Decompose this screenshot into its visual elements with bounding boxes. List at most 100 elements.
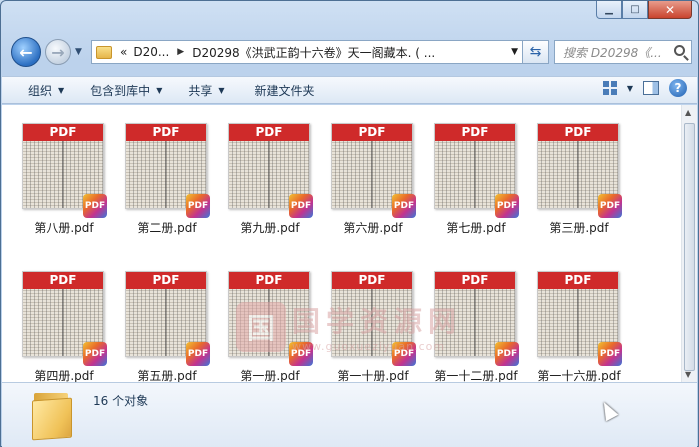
command-bar: 组织 ▼ 包含到库中 ▼ 共享 ▼ 新建文件夹 ▼ ? xyxy=(2,76,697,104)
pdf-band-label: PDF xyxy=(23,124,103,141)
include-in-library-label: 包含到库中 xyxy=(90,83,151,98)
file-name[interactable]: 第三册.pdf xyxy=(527,219,631,236)
file-name[interactable]: 第一十六册.pdf xyxy=(527,367,631,382)
file-item[interactable]: PDF PDF 第二册.pdf xyxy=(115,113,211,243)
pdf-band-label: PDF xyxy=(435,124,515,141)
new-folder-button[interactable]: 新建文件夹 xyxy=(245,78,325,102)
scroll-up-icon[interactable]: ▲ xyxy=(685,108,691,117)
pdf-thumbnail: PDF PDF xyxy=(537,123,622,218)
breadcrumb-item-current[interactable]: D20298《洪武正韵十六卷》天一阁藏本. ( ... xyxy=(192,44,435,61)
file-list[interactable]: PDF PDF 第八册.pdf PDF PDF 第二册.pdf PDF PDF 第九册.pdf P… xyxy=(2,105,681,382)
maximize-button[interactable]: □ xyxy=(622,1,648,19)
mouse-cursor-icon xyxy=(597,398,619,422)
pdf-thumbnail: PDF PDF xyxy=(331,123,416,218)
item-count: 16 个对象 xyxy=(93,394,149,408)
file-name[interactable]: 第一册.pdf xyxy=(218,367,322,382)
view-controls: ▼ ? xyxy=(602,79,687,97)
pdf-thumbnail: PDF PDF xyxy=(228,123,313,218)
file-name[interactable]: 第六册.pdf xyxy=(321,219,425,236)
pdf-band-label: PDF xyxy=(435,272,515,289)
file-name[interactable]: 第九册.pdf xyxy=(218,219,322,236)
pdf-band-label: PDF xyxy=(538,124,618,141)
file-name[interactable]: 第二册.pdf xyxy=(115,219,219,236)
pdf-band-label: PDF xyxy=(332,272,412,289)
breadcrumb-item-parent[interactable]: D20... xyxy=(133,45,169,59)
watermark-title: 国学资源网 xyxy=(292,305,463,338)
address-dropdown-icon[interactable]: ▼ xyxy=(511,47,518,57)
file-item[interactable]: PDF PDF 第六册.pdf xyxy=(321,113,417,243)
minimize-button[interactable]: ▁ xyxy=(596,1,622,19)
pdf-thumbnail: PDF PDF xyxy=(537,271,622,366)
pdf-band-label: PDF xyxy=(538,272,618,289)
forward-button[interactable]: → xyxy=(45,39,71,65)
pdf-app-icon: PDF xyxy=(392,194,416,218)
file-name[interactable]: 第八册.pdf xyxy=(12,219,116,236)
address-bar[interactable]: « D20... ▶ D20298《洪武正韵十六卷》天一阁藏本. ( ... ▼ xyxy=(91,40,523,64)
share-menu[interactable]: 共享 ▼ xyxy=(178,78,234,102)
pdf-app-icon: PDF xyxy=(186,342,210,366)
file-name[interactable]: 第一十册.pdf xyxy=(321,367,425,382)
pdf-thumbnail: PDF PDF xyxy=(125,123,210,218)
file-item[interactable]: PDF PDF 第五册.pdf xyxy=(115,261,211,382)
chevron-down-icon: ▼ xyxy=(218,85,225,95)
include-in-library-menu[interactable]: 包含到库中 ▼ xyxy=(80,78,172,102)
pdf-app-icon: PDF xyxy=(598,342,622,366)
preview-pane-icon[interactable] xyxy=(643,81,659,95)
view-options-chevron-icon[interactable]: ▼ xyxy=(627,84,633,93)
scroll-down-icon[interactable]: ▼ xyxy=(685,370,691,379)
watermark-logo: 国 xyxy=(236,301,286,352)
pdf-band-label: PDF xyxy=(229,272,309,289)
breadcrumb-arrow-icon[interactable]: ▶ xyxy=(177,47,184,57)
close-button[interactable]: ✕ xyxy=(648,1,692,19)
watermark: 国国学资源网 www.guoxueziyuan.com xyxy=(236,300,462,353)
pdf-band-label: PDF xyxy=(126,272,206,289)
pdf-app-icon: PDF xyxy=(83,194,107,218)
pdf-app-icon: PDF xyxy=(83,342,107,366)
refresh-button[interactable]: ⇆ xyxy=(523,40,549,64)
change-view-icon[interactable] xyxy=(602,81,617,95)
file-item[interactable]: PDF PDF 第四册.pdf xyxy=(12,261,108,382)
watermark-url: www.guoxueziyuan.com xyxy=(292,340,446,353)
organize-menu[interactable]: 组织 ▼ xyxy=(18,78,74,102)
chevron-down-icon: ▼ xyxy=(58,85,65,95)
vertical-scrollbar[interactable]: ▲ ▼ xyxy=(681,105,697,382)
help-icon[interactable]: ? xyxy=(669,79,687,97)
back-button[interactable]: ← xyxy=(11,37,41,67)
pdf-band-label: PDF xyxy=(229,124,309,141)
file-item[interactable]: PDF PDF 第三册.pdf xyxy=(527,113,623,243)
new-folder-label: 新建文件夹 xyxy=(254,83,315,98)
file-name[interactable]: 第一十二册.pdf xyxy=(424,367,528,382)
file-item[interactable]: PDF PDF 第一十六册.pdf xyxy=(527,261,623,382)
navigation-bar: ← → ▼ « D20... ▶ D20298《洪武正韵十六卷》天一阁藏本. (… xyxy=(9,37,692,67)
file-name[interactable]: 第五册.pdf xyxy=(115,367,219,382)
pdf-thumbnail: PDF PDF xyxy=(125,271,210,366)
explorer-window: ▁ □ ✕ ← → ▼ « D20... ▶ D20298《洪武正韵十六卷》天一… xyxy=(0,0,699,447)
folder-icon xyxy=(96,45,112,59)
caption-buttons: ▁ □ ✕ xyxy=(596,1,692,19)
file-item[interactable]: PDF PDF 第八册.pdf xyxy=(12,113,108,243)
scrollbar-thumb[interactable] xyxy=(684,123,695,371)
search-icon[interactable] xyxy=(674,45,685,56)
file-name[interactable]: 第七册.pdf xyxy=(424,219,528,236)
file-item[interactable]: PDF PDF 第七册.pdf xyxy=(424,113,520,243)
pdf-band-label: PDF xyxy=(332,124,412,141)
pdf-thumbnail: PDF PDF xyxy=(22,271,107,366)
file-item[interactable]: PDF PDF 第九册.pdf xyxy=(218,113,314,243)
breadcrumb-overflow[interactable]: « xyxy=(120,45,127,59)
details-pane: 16 个对象 xyxy=(2,382,697,447)
search-input[interactable]: 搜索 D20298《... xyxy=(554,40,692,64)
pdf-band-label: PDF xyxy=(126,124,206,141)
pdf-app-icon: PDF xyxy=(495,342,519,366)
recent-pages-chevron-icon[interactable]: ▼ xyxy=(75,47,82,57)
folder-icon xyxy=(32,389,72,441)
chevron-down-icon: ▼ xyxy=(156,85,163,95)
organize-label: 组织 xyxy=(28,83,53,98)
pdf-thumbnail: PDF PDF xyxy=(22,123,107,218)
pdf-app-icon: PDF xyxy=(289,194,313,218)
share-label: 共享 xyxy=(188,83,213,98)
pdf-app-icon: PDF xyxy=(186,194,210,218)
pdf-band-label: PDF xyxy=(23,272,103,289)
pdf-app-icon: PDF xyxy=(598,194,622,218)
pdf-app-icon: PDF xyxy=(495,194,519,218)
file-name[interactable]: 第四册.pdf xyxy=(12,367,116,382)
